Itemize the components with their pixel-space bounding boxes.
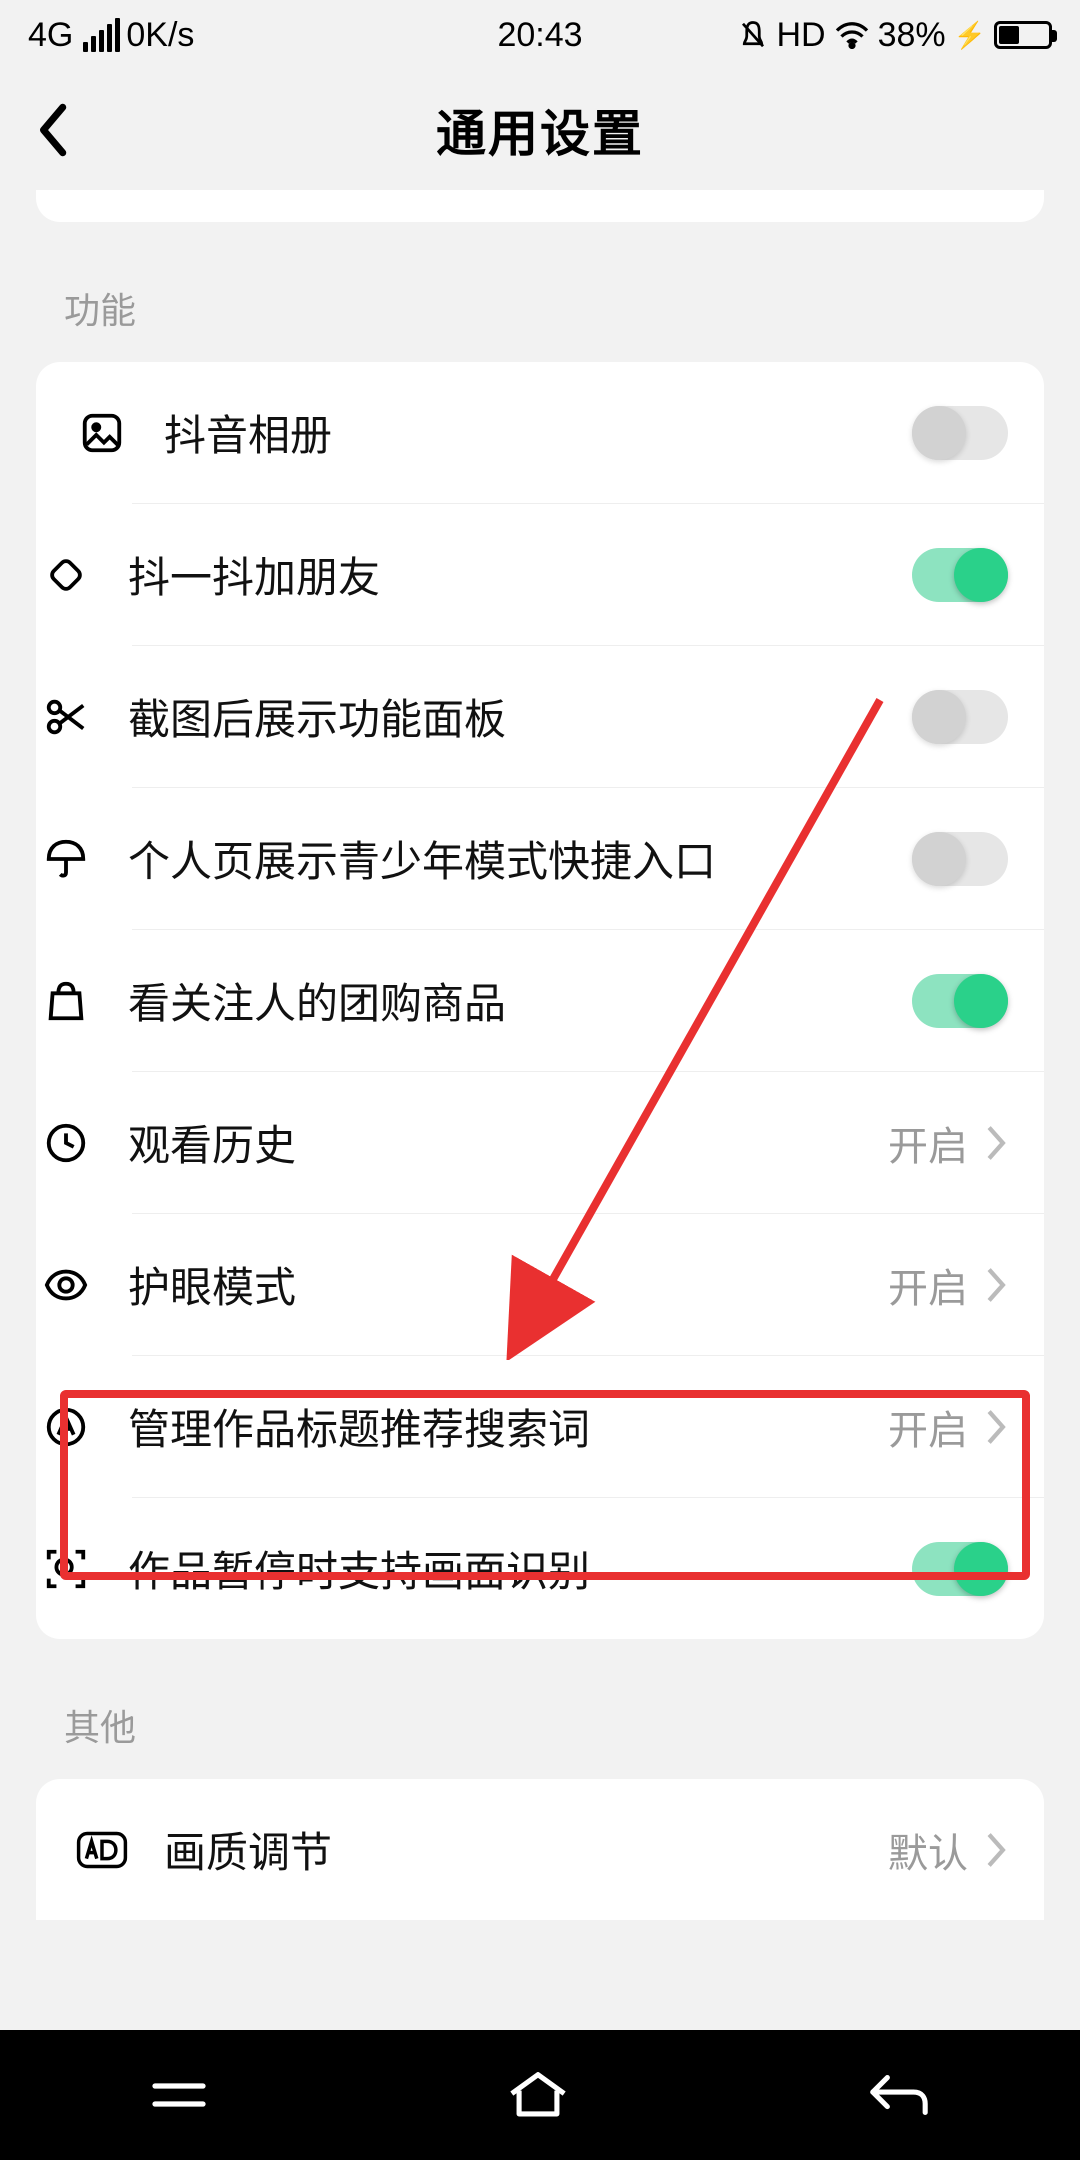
status-time: 20:43 [497,16,582,55]
signal-icon [83,18,120,52]
bag-icon [36,978,96,1024]
status-right: HD 38% ⚡ [738,16,1052,55]
row-label: 管理作品标题推荐搜索词 [128,1396,888,1457]
row-label: 抖音相册 [164,402,912,463]
section-label-features: 功能 [0,222,1080,362]
toggle-teen[interactable] [912,832,1008,886]
row-label: 护眼模式 [128,1254,888,1315]
row-label: 截图后展示功能面板 [128,686,912,747]
toggle-pause-detect[interactable] [912,1542,1008,1596]
battery-icon [994,21,1052,49]
section-label-other: 其他 [0,1639,1080,1779]
row-value: 默认 [888,1821,968,1879]
scan-icon [36,1546,96,1592]
row-value: 开启 [888,1256,968,1314]
chevron-right-icon [984,1408,1008,1446]
nav-back-button[interactable] [867,2071,931,2119]
mute-icon [738,18,768,52]
row-teen-mode[interactable]: 个人页展示青少年模式快捷入口 [132,787,1044,929]
row-label: 作品暂停时支持画面识别 [128,1538,912,1599]
photo-icon [72,410,132,456]
row-manage-search-words[interactable]: 管理作品标题推荐搜索词 开启 [132,1355,1044,1497]
page-title: 通用设置 [436,94,644,166]
other-card: 画质调节 默认 [36,1779,1044,1920]
chevron-right-icon [984,1831,1008,1869]
toggle-screenshot[interactable] [912,690,1008,744]
nav-home-button[interactable] [506,2070,570,2120]
row-value: 开启 [888,1114,968,1172]
eye-icon [36,1262,96,1308]
row-label: 观看历史 [128,1112,888,1173]
nav-recent-button[interactable] [149,2073,209,2117]
network-type: 4G [28,16,73,55]
row-value: 开启 [888,1398,968,1456]
row-quality[interactable]: 画质调节 默认 [36,1779,1044,1920]
features-card: 抖音相册 抖一抖加朋友 截图后展示功能面板 个人页展示青少年模式快捷入口 看关注… [36,362,1044,1639]
row-shake-friends[interactable]: 抖一抖加朋友 [132,503,1044,645]
toggle-shake[interactable] [912,548,1008,602]
row-label: 画质调节 [164,1819,888,1880]
row-label: 看关注人的团购商品 [128,970,912,1031]
page-header: 通用设置 [0,70,1080,190]
row-group-buy[interactable]: 看关注人的团购商品 [132,929,1044,1071]
status-left: 4G 0K/s [28,16,194,55]
prev-card-bottom [36,190,1044,222]
chevron-right-icon [984,1266,1008,1304]
letter-a-icon [36,1404,96,1450]
hd-label: HD [776,16,825,55]
shake-icon [36,552,96,598]
row-label: 抖一抖加朋友 [128,544,912,605]
toggle-album[interactable] [912,406,1008,460]
row-screenshot-panel[interactable]: 截图后展示功能面板 [132,645,1044,787]
row-pause-detect[interactable]: 作品暂停时支持画面识别 [132,1497,1044,1639]
row-history[interactable]: 观看历史 开启 [132,1071,1044,1213]
chevron-right-icon [984,1124,1008,1162]
scissors-icon [36,694,96,740]
wifi-icon [834,21,870,49]
ad-icon [72,1830,132,1870]
network-speed: 0K/s [126,16,194,55]
battery-pct: 38% [878,16,946,55]
back-button[interactable] [36,102,72,158]
clock-icon [36,1120,96,1166]
row-label: 个人页展示青少年模式快捷入口 [128,828,912,889]
toggle-group-buy[interactable] [912,974,1008,1028]
umbrella-icon [36,836,96,882]
row-eye-mode[interactable]: 护眼模式 开启 [132,1213,1044,1355]
row-douyin-album[interactable]: 抖音相册 [36,362,1044,503]
system-nav-bar [0,2030,1080,2160]
charge-icon: ⚡ [954,20,986,51]
status-bar: 4G 0K/s 20:43 HD 38% ⚡ [0,0,1080,70]
